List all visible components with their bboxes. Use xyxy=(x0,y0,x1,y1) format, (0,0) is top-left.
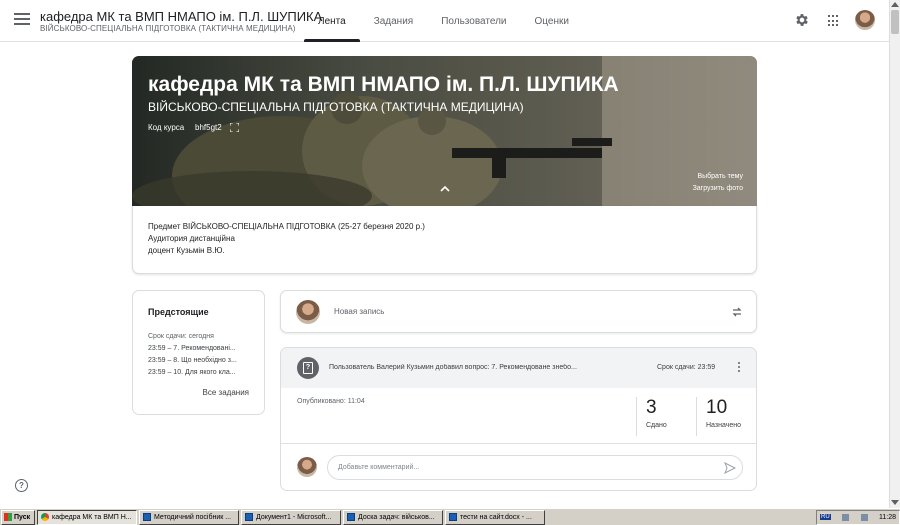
apps-icon[interactable] xyxy=(828,15,840,27)
chrome-icon xyxy=(41,513,49,521)
account-avatar[interactable] xyxy=(855,10,875,30)
start-label: Пуск xyxy=(14,513,31,521)
volume-icon[interactable] xyxy=(860,513,868,521)
send-icon[interactable] xyxy=(724,462,736,474)
select-theme-link[interactable]: Выбрать тему xyxy=(697,173,743,180)
scroll-up-arrow-icon[interactable] xyxy=(891,2,899,7)
top-app-bar: кафедра МК та ВМП НМАПО ім. П.Л. ШУПИКА … xyxy=(0,0,889,42)
repost-icon[interactable] xyxy=(731,306,743,318)
taskbar-item-label: Документ1 - Microsoft... xyxy=(256,513,332,521)
stat-value: 10 xyxy=(706,397,728,418)
windows-taskbar: Пуск кафедра МК та ВМП Н... Методичний п… xyxy=(0,508,900,525)
stat-assigned[interactable]: 10 Назначено xyxy=(696,397,741,436)
published-time: Опубликовано: 11:04 xyxy=(297,398,365,405)
course-code-label: Код курса xyxy=(148,123,185,132)
taskbar-item-label: тести на сайт.docx - ... xyxy=(460,513,532,521)
menu-icon[interactable] xyxy=(14,13,30,27)
page-scrollbar[interactable] xyxy=(889,0,900,508)
course-details: Предмет ВІЙСЬКОВО-СПЕЦІАЛЬНА ПІДГОТОВКА … xyxy=(132,206,757,274)
word-document-icon xyxy=(347,513,355,521)
network-icon[interactable] xyxy=(842,513,850,521)
upcoming-card: Предстоящие Срок сдачи: сегодня 23:59 – … xyxy=(132,290,265,415)
upcoming-item[interactable]: 23:59 – 10. Для якого кла... xyxy=(148,367,249,379)
stat-label: Назначено xyxy=(706,422,741,429)
tab-stream[interactable]: Лента xyxy=(304,0,360,42)
upcoming-item[interactable]: 23:59 – 7. Рекомендовані... xyxy=(148,343,249,355)
taskbar-item-label: Доска задач: військов... xyxy=(358,513,435,521)
avatar xyxy=(297,457,317,477)
avatar xyxy=(296,300,320,324)
taskbar-item[interactable]: Методичний посібник ... xyxy=(139,509,239,525)
stat-turned-in[interactable]: 3 Сдано xyxy=(636,397,667,436)
banner-subtitle: ВІЙСЬКОВО-СПЕЦІАЛЬНА ПІДГОТОВКА (ТАКТИЧН… xyxy=(148,100,524,114)
question-post-title[interactable]: Пользователь Валерий Кузьмин добавил воп… xyxy=(329,364,657,371)
banner-title: кафедра МК та ВМП НМАПО ім. П.Л. ШУПИКА xyxy=(148,73,619,96)
windows-logo-icon xyxy=(4,513,12,521)
comment-placeholder: Добавьте комментарий... xyxy=(338,464,420,471)
tab-grades[interactable]: Оценки xyxy=(521,0,583,42)
word-document-icon xyxy=(449,513,457,521)
tab-classwork[interactable]: Задания xyxy=(360,0,428,42)
word-document-icon xyxy=(245,513,253,521)
nav-tabs: Лента Задания Пользователи Оценки xyxy=(304,0,583,42)
upload-photo-link[interactable]: Загрузить фото xyxy=(693,185,743,192)
upcoming-due-label: Срок сдачи: сегодня xyxy=(148,333,214,340)
taskbar-item[interactable]: кафедра МК та ВМП Н... xyxy=(37,509,137,525)
tab-people[interactable]: Пользователи xyxy=(427,0,520,42)
upcoming-item[interactable]: 23:59 – 8. Що необхідно з... xyxy=(148,355,249,367)
clock[interactable]: 11:28 xyxy=(879,514,896,521)
scroll-down-arrow-icon[interactable] xyxy=(891,500,899,505)
new-post-card[interactable]: Новая запись xyxy=(280,290,757,333)
course-title[interactable]: кафедра МК та ВМП НМАПО ім. П.Л. ШУПИКА xyxy=(40,9,322,24)
course-subtitle: ВІЙСЬКОВО-СПЕЦІАЛЬНА ПІДГОТОВКА (ТАКТИЧН… xyxy=(40,24,296,33)
course-teacher: доцент Кузьмін В.Ю. xyxy=(148,246,225,255)
gear-icon[interactable] xyxy=(794,12,810,28)
divider xyxy=(281,443,756,444)
taskbar-item[interactable]: тести на сайт.docx - ... xyxy=(445,509,545,525)
question-post-header[interactable]: ? Пользователь Валерий Кузьмин добавил в… xyxy=(281,348,756,388)
course-room: Аудитория дистанційна xyxy=(148,234,235,243)
comment-input[interactable]: Добавьте комментарий... xyxy=(327,455,743,480)
stat-label: Сдано xyxy=(646,422,667,429)
taskbar-item-label: Методичний посібник ... xyxy=(154,513,232,521)
help-icon[interactable]: ? xyxy=(15,479,28,492)
taskbar-item-label: кафедра МК та ВМП Н... xyxy=(52,513,132,521)
question-icon: ? xyxy=(297,357,319,379)
fullscreen-icon[interactable] xyxy=(230,123,239,132)
word-document-icon xyxy=(143,513,151,521)
course-code[interactable]: bhf5gt2 xyxy=(195,123,222,132)
question-post-card: ? Пользователь Валерий Кузьмин добавил в… xyxy=(280,347,757,491)
system-tray: RU 11:28 xyxy=(816,509,900,525)
course-banner: кафедра МК та ВМП НМАПО ім. П.Л. ШУПИКА … xyxy=(132,56,757,206)
stat-value: 3 xyxy=(646,397,657,418)
scroll-thumb[interactable] xyxy=(891,10,899,34)
course-subject: Предмет ВІЙСЬКОВО-СПЕЦІАЛЬНА ПІДГОТОВКА … xyxy=(148,222,425,231)
question-due: Срок сдачи: 23:59 xyxy=(657,364,716,371)
more-vert-icon[interactable] xyxy=(737,362,741,374)
chevron-up-icon[interactable] xyxy=(439,184,451,194)
taskbar-item[interactable]: Документ1 - Microsoft... xyxy=(241,509,341,525)
upcoming-title: Предстоящие xyxy=(148,307,209,317)
view-all-link[interactable]: Все задания xyxy=(203,388,249,397)
start-button[interactable]: Пуск xyxy=(1,509,35,525)
language-indicator[interactable]: RU xyxy=(820,514,831,520)
taskbar-item[interactable]: Доска задач: військов... xyxy=(343,509,443,525)
new-post-input[interactable]: Новая запись xyxy=(334,307,384,316)
